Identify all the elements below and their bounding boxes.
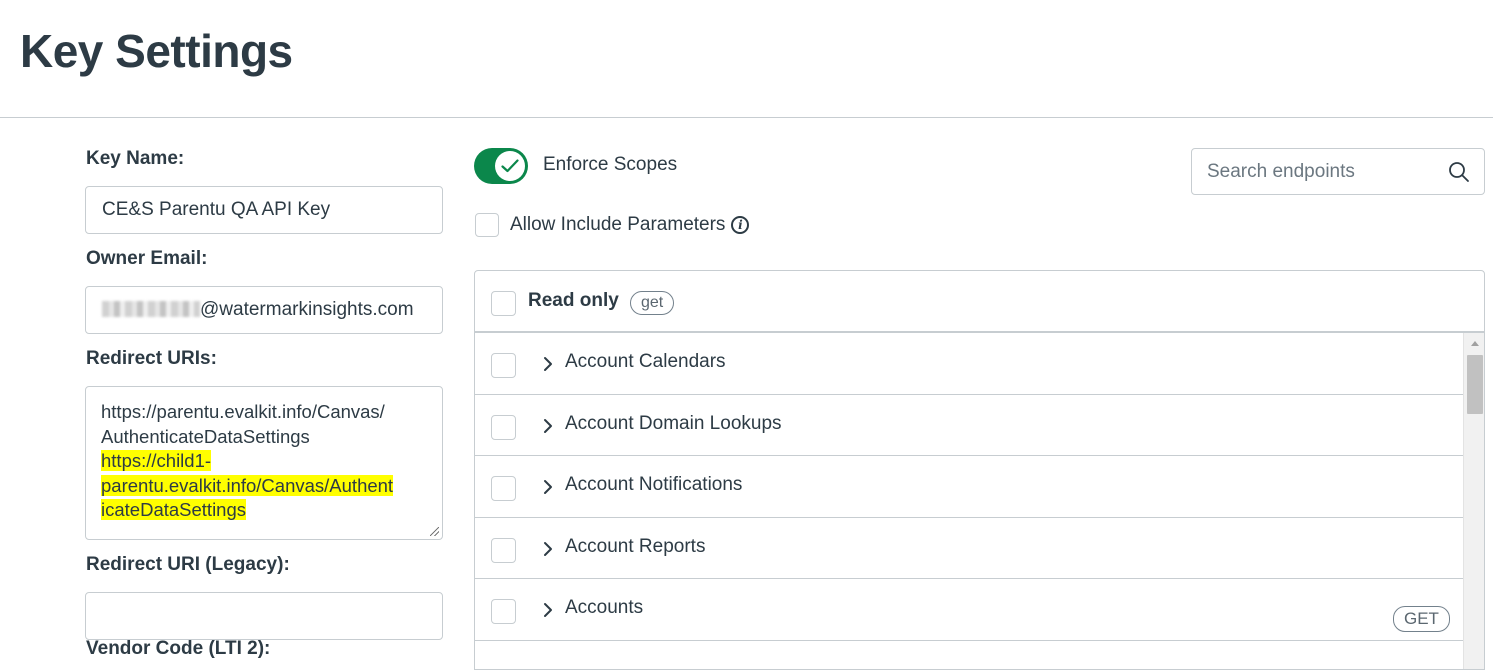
scope-group-label: Account Calendars — [565, 351, 726, 372]
scopes-panel: Read only get Account Calendars Account … — [474, 270, 1485, 670]
chevron-right-icon[interactable] — [543, 602, 553, 618]
scope-group-row[interactable]: Account Domain Lookups — [475, 395, 1463, 456]
read-only-label: Read only — [528, 290, 619, 311]
redirect-uri-line: AuthenticateDataSettings — [101, 425, 310, 447]
scope-group-row[interactable]: Account Notifications — [475, 456, 1463, 518]
scope-group-checkbox[interactable] — [491, 537, 516, 563]
resize-handle-icon[interactable] — [430, 527, 439, 536]
redirect-uris-textarea[interactable]: https://parentu.evalkit.info/Canvas/ Aut… — [85, 386, 443, 540]
scope-group-checkbox[interactable] — [491, 476, 516, 501]
redirect-uri-legacy-input[interactable] — [85, 592, 443, 640]
scope-group-label: Account Reports — [565, 535, 706, 557]
scrollbar-thumb[interactable] — [1467, 355, 1483, 414]
key-name-label: Key Name: — [86, 148, 185, 169]
scope-group-checkbox[interactable] — [491, 353, 516, 378]
read-only-checkbox[interactable] — [491, 291, 516, 316]
scope-group-row[interactable]: Account Calendars — [475, 333, 1463, 395]
checkmark-icon — [501, 159, 519, 173]
enforce-scopes-label: Enforce Scopes — [543, 154, 678, 175]
allow-include-label: Allow Include Parameters — [510, 214, 726, 235]
redirect-uri-line: https://parentu.evalkit.info/Canvas/ — [101, 401, 385, 422]
scroll-up-arrow-icon[interactable] — [1471, 341, 1479, 346]
chevron-right-icon[interactable] — [543, 356, 553, 372]
scope-group-label: Account Notifications — [565, 474, 743, 495]
chevron-right-icon[interactable] — [543, 541, 553, 557]
scope-group-checkbox[interactable] — [491, 599, 516, 624]
search-icon[interactable] — [1448, 161, 1470, 183]
scope-group-row[interactable]: Accounts GET — [475, 579, 1463, 641]
info-icon[interactable]: i — [731, 216, 750, 234]
get-method-badge: GET — [1393, 606, 1450, 632]
highlighted-uri-line: icateDataSettings — [101, 499, 247, 520]
get-badge: get — [630, 291, 675, 315]
chevron-right-icon[interactable] — [543, 418, 553, 434]
page-title: Key Settings — [20, 25, 293, 77]
owner-email-domain: @watermarkinsights.com — [200, 299, 414, 320]
redirect-uris-label: Redirect URIs: — [86, 348, 217, 369]
scope-group-checkbox[interactable] — [491, 414, 516, 440]
scope-list: Account Calendars Account Domain Lookups… — [475, 333, 1463, 641]
search-endpoints-input[interactable] — [1192, 149, 1447, 194]
scope-list-scrollbar[interactable] — [1463, 333, 1484, 669]
owner-email-input[interactable]: @watermarkinsights.com — [85, 286, 443, 334]
read-only-row: Read only get — [475, 271, 1484, 333]
highlighted-uri-line: parentu.evalkit.info/Canvas/Authent — [101, 474, 394, 496]
chevron-right-icon[interactable] — [543, 479, 553, 495]
redirect-uri-legacy-label: Redirect URI (Legacy): — [86, 554, 290, 575]
highlighted-uri-line: https://child1- — [101, 450, 212, 471]
scope-group-label: Accounts — [565, 597, 644, 618]
scope-group-row[interactable]: Account Reports — [475, 518, 1463, 579]
vendor-code-label: Vendor Code (LTI 2): — [86, 638, 271, 659]
key-name-input[interactable]: CE&S Parentu QA API Key — [85, 186, 443, 234]
search-endpoints-box — [1191, 148, 1485, 195]
key-name-value: CE&S Parentu QA API Key — [102, 199, 331, 220]
allow-include-checkbox[interactable] — [475, 213, 499, 237]
enforce-scopes-toggle[interactable] — [474, 148, 528, 184]
toggle-knob — [495, 151, 525, 181]
scope-group-label: Account Domain Lookups — [565, 412, 782, 434]
redacted-text — [102, 301, 200, 317]
owner-email-label: Owner Email: — [86, 248, 208, 269]
header-divider — [0, 117, 1493, 118]
